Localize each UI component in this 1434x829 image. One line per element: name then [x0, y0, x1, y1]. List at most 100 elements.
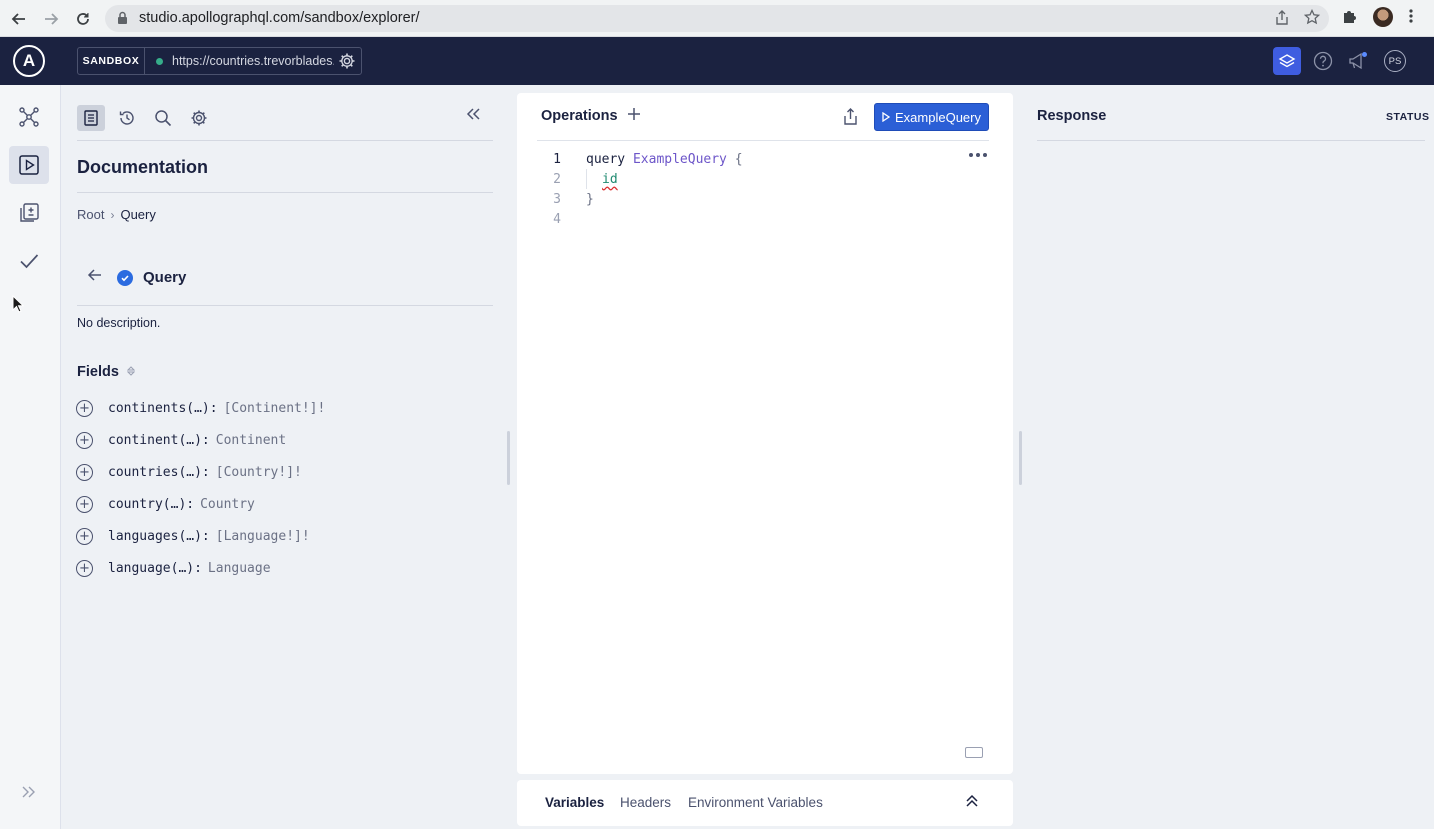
expand-panel-chevron-icon[interactable] — [965, 794, 979, 813]
add-field-plus-icon[interactable]: + — [76, 560, 93, 577]
extensions-puzzle-icon[interactable] — [1341, 9, 1357, 30]
share-operation-icon[interactable] — [843, 108, 858, 130]
indent-guide — [586, 169, 602, 189]
back-arrow-icon[interactable] — [87, 268, 103, 287]
field-row[interactable]: + languages(…): [Language!]! — [76, 528, 310, 545]
add-field-plus-icon[interactable]: + — [76, 496, 93, 513]
code-operation-name: ExampleQuery — [632, 151, 727, 167]
breadcrumb-separator: › — [110, 207, 115, 222]
share-icon[interactable] — [1275, 10, 1289, 30]
user-initials: PS — [1384, 50, 1406, 72]
connection-status-dot — [156, 58, 163, 65]
browser-menu-icon[interactable] — [1409, 8, 1413, 29]
search-icon[interactable] — [149, 105, 177, 131]
resize-handle[interactable] — [1019, 431, 1022, 485]
divider — [77, 305, 493, 306]
code-brace: { — [734, 151, 743, 167]
field-name[interactable]: continents(…): — [108, 401, 218, 416]
response-title: Response — [1037, 108, 1107, 124]
documentation-panel: Documentation Root › Query Query No desc… — [61, 85, 511, 829]
run-query-button[interactable]: ExampleQuery — [874, 103, 989, 131]
keyboard-shortcuts-icon[interactable] — [965, 747, 983, 758]
code-line: 2 id — [537, 169, 743, 189]
field-row[interactable]: + continent(…): Continent — [76, 432, 286, 449]
field-name[interactable]: continent(…): — [108, 433, 210, 448]
field-name[interactable]: languages(…): — [108, 529, 210, 544]
history-icon[interactable] — [113, 105, 141, 131]
graph-layers-icon[interactable] — [1273, 47, 1301, 75]
breadcrumb-root[interactable]: Root — [77, 207, 104, 222]
documentation-title: Documentation — [77, 157, 209, 177]
address-bar[interactable]: studio.apollographql.com/sandbox/explore… — [105, 5, 1329, 32]
breadcrumb-current: Query — [120, 207, 156, 222]
field-name[interactable]: language(…): — [108, 561, 202, 576]
endpoint-url[interactable]: https://countries.trevorblades.com/ — [172, 54, 334, 68]
code-editor[interactable]: 1 query ExampleQuery { 2 id 3 } 4 — [537, 149, 743, 229]
back-arrow-icon[interactable] — [8, 8, 30, 30]
endpoint-selector[interactable]: SANDBOX https://countries.trevorblades.c… — [77, 47, 362, 75]
field-name[interactable]: countries(…): — [108, 465, 210, 480]
expand-sidebar-icon[interactable] — [9, 773, 49, 811]
play-icon — [882, 110, 891, 125]
operations-title: Operations — [541, 108, 618, 124]
field-row[interactable]: + language(…): Language — [76, 560, 271, 577]
line-number: 1 — [553, 151, 561, 167]
browser-profile-avatar[interactable] — [1373, 7, 1393, 27]
field-type[interactable]: Continent — [216, 433, 286, 448]
reload-icon[interactable] — [72, 8, 94, 30]
divider — [77, 140, 493, 141]
field-type[interactable]: Country — [200, 497, 255, 512]
code-keyword: query — [586, 151, 626, 167]
operations-editor: Operations ExampleQuery 1 query ExampleQ… — [517, 93, 1013, 774]
left-nav-rail — [0, 85, 61, 829]
code-field-error: id — [602, 171, 618, 187]
run-button-label: ExampleQuery — [895, 109, 981, 125]
field-name[interactable]: country(…): — [108, 497, 194, 512]
add-field-plus-icon[interactable]: + — [76, 528, 93, 545]
code-brace: } — [586, 191, 594, 207]
documentation-tab-icon[interactable] — [77, 105, 105, 131]
field-row[interactable]: + countries(…): [Country!]! — [76, 464, 302, 481]
type-name: Query — [143, 269, 187, 286]
fields-heading: Fields — [77, 364, 136, 380]
apollo-logo[interactable]: A — [13, 45, 45, 77]
field-type[interactable]: [Language!]! — [216, 529, 310, 544]
divider — [1037, 140, 1425, 141]
field-row[interactable]: + continents(…): [Continent!]! — [76, 400, 325, 417]
tab-headers[interactable]: Headers — [620, 795, 671, 810]
breadcrumb: Root › Query — [77, 207, 156, 222]
endpoint-settings-gear-icon[interactable] — [338, 52, 356, 75]
type-header: Query — [87, 268, 186, 287]
sort-diamond-icon[interactable] — [126, 364, 136, 380]
bookmark-star-icon[interactable] — [1303, 8, 1321, 30]
new-tab-plus-icon[interactable] — [627, 107, 641, 126]
field-type[interactable]: Language — [208, 561, 271, 576]
resize-handle[interactable] — [507, 431, 510, 485]
type-description: No description. — [77, 316, 161, 330]
user-avatar[interactable]: PS — [1381, 47, 1409, 75]
announcements-megaphone-icon[interactable] — [1344, 47, 1372, 75]
field-type[interactable]: [Continent!]! — [224, 401, 326, 416]
add-field-plus-icon[interactable]: + — [76, 400, 93, 417]
app-header: A SANDBOX https://countries.trevorblades… — [0, 37, 1434, 85]
help-icon[interactable] — [1309, 47, 1337, 75]
code-line: 4 — [537, 209, 743, 229]
line-number: 2 — [553, 171, 561, 187]
checks-checkmark-icon[interactable] — [9, 242, 49, 280]
schema-graph-icon[interactable] — [9, 98, 49, 136]
browser-toolbar: studio.apollographql.com/sandbox/explore… — [0, 0, 1434, 37]
line-number: 4 — [553, 211, 561, 227]
more-options-icon[interactable] — [969, 153, 987, 157]
forward-arrow-icon[interactable] — [40, 8, 62, 30]
field-type[interactable]: [Country!]! — [216, 465, 302, 480]
line-number: 3 — [553, 191, 561, 207]
tab-environment-variables[interactable]: Environment Variables — [688, 795, 823, 810]
field-row[interactable]: + country(…): Country — [76, 496, 255, 513]
collapse-panel-icon[interactable] — [465, 107, 481, 126]
schema-changes-icon[interactable] — [9, 194, 49, 232]
add-field-plus-icon[interactable]: + — [76, 432, 93, 449]
settings-gear-icon[interactable] — [185, 105, 213, 131]
tab-variables[interactable]: Variables — [545, 795, 604, 810]
explorer-play-icon[interactable] — [9, 146, 49, 184]
add-field-plus-icon[interactable]: + — [76, 464, 93, 481]
